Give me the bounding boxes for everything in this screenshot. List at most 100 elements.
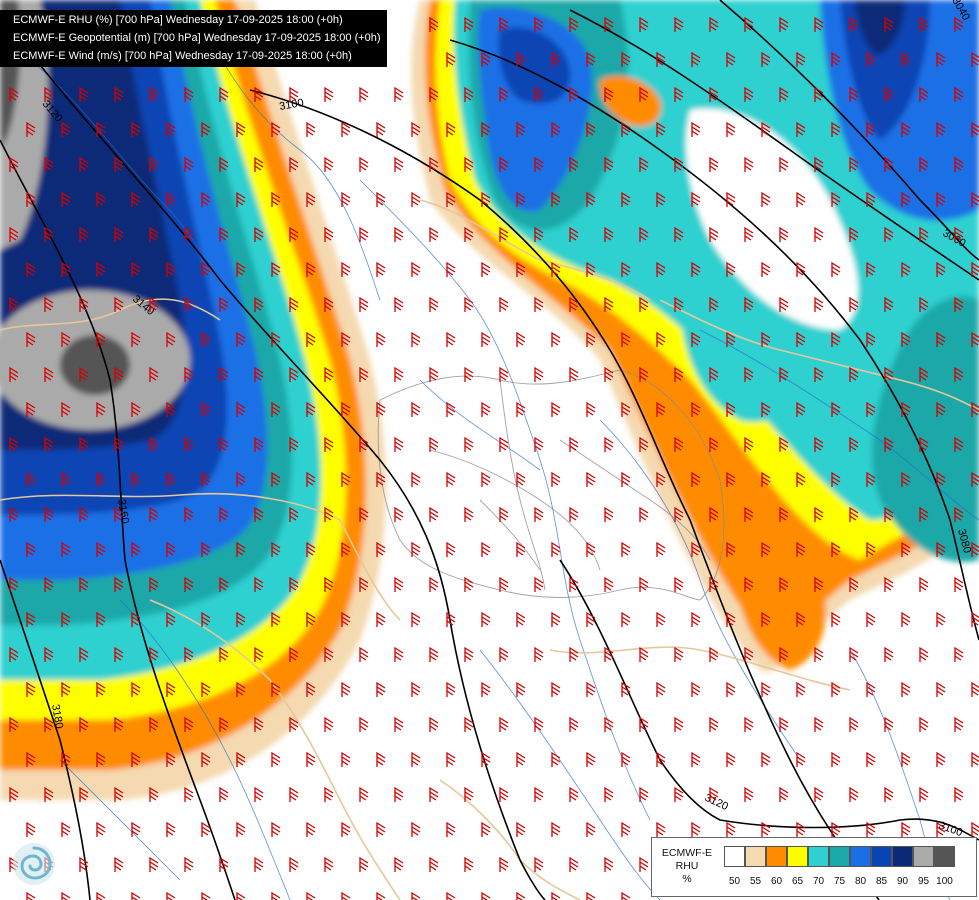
wind-barb — [569, 646, 579, 662]
wind-barb — [96, 821, 106, 837]
wind-barb — [359, 786, 369, 802]
wind-barb — [446, 681, 456, 697]
wind-barb — [674, 716, 684, 732]
wind-barb — [481, 611, 491, 627]
wind-barb — [376, 681, 386, 697]
wind-barb — [376, 331, 386, 347]
wind-barb — [394, 226, 404, 242]
wind-barb — [569, 786, 579, 802]
wind-barb — [61, 891, 71, 900]
wind-barb — [604, 576, 614, 592]
wind-barb — [429, 646, 439, 662]
wind-barb — [271, 751, 281, 767]
wind-barb — [464, 366, 474, 382]
wind-barb — [551, 401, 561, 417]
wind-barb — [709, 716, 719, 732]
legend-tick-label: 100 — [936, 876, 953, 887]
weather-map[interactable]: 3120 3100 3140 3160 3180 3040 3060 3080 … — [0, 0, 979, 900]
wind-barb — [394, 856, 404, 872]
wind-barb — [341, 261, 351, 277]
wind-barb — [271, 891, 281, 900]
wind-barb — [411, 611, 421, 627]
wind-barb — [849, 786, 859, 802]
wind-barb — [621, 821, 631, 837]
wind-barb — [481, 681, 491, 697]
legend-title-variable: RHU — [675, 860, 699, 872]
wind-barb — [621, 611, 631, 627]
wind-barb — [394, 576, 404, 592]
wind-barb — [464, 436, 474, 452]
wind-barb — [656, 541, 666, 557]
wind-barb — [516, 331, 526, 347]
wind-barb — [586, 821, 596, 837]
wind-barb — [656, 611, 666, 627]
wind-barb — [359, 646, 369, 662]
wind-barb — [341, 681, 351, 697]
wind-barb — [551, 681, 561, 697]
legend-tick-label: 75 — [833, 876, 846, 887]
wind-barb — [499, 786, 509, 802]
wind-barb — [359, 226, 369, 242]
wind-barb — [394, 366, 404, 382]
wind-barb — [971, 751, 979, 767]
legend-tick-label: 50 — [728, 876, 741, 887]
wind-barb — [324, 86, 334, 102]
wind-barb — [621, 891, 631, 900]
wind-barb — [26, 821, 36, 837]
legend-swatch — [829, 846, 850, 867]
legend-tick-label: 70 — [812, 876, 825, 887]
wind-barb — [516, 611, 526, 627]
wind-barb — [639, 576, 649, 592]
wind-barb — [324, 856, 334, 872]
wind-barb — [446, 891, 456, 900]
wind-barb — [656, 681, 666, 697]
wind-barb — [306, 751, 316, 767]
wind-barb — [411, 401, 421, 417]
wind-barb — [376, 821, 386, 837]
wind-barb — [604, 786, 614, 802]
wind-barb — [866, 611, 876, 627]
wind-barb — [359, 296, 369, 312]
wind-barb — [289, 786, 299, 802]
legend-tick-label: 65 — [791, 876, 804, 887]
wind-barb — [709, 646, 719, 662]
wind-barb — [534, 366, 544, 382]
wind-barb — [394, 86, 404, 102]
wind-barb — [429, 786, 439, 802]
humidity-shading — [0, 0, 979, 800]
wind-barb — [901, 821, 911, 837]
wind-barb — [184, 786, 194, 802]
wind-barb — [394, 156, 404, 172]
wind-barb — [814, 646, 824, 662]
wind-barb — [429, 716, 439, 732]
legend-tick-label: 95 — [917, 876, 930, 887]
wind-barb — [114, 856, 124, 872]
wind-barb — [516, 751, 526, 767]
wind-barb — [499, 856, 509, 872]
wind-barb — [639, 856, 649, 872]
wind-barb — [359, 86, 369, 102]
legend-tick-label: 90 — [896, 876, 909, 887]
wind-barb — [376, 611, 386, 627]
wind-barb — [341, 751, 351, 767]
wind-barb — [516, 471, 526, 487]
wind-barb — [324, 786, 334, 802]
wind-barb — [499, 296, 509, 312]
wind-barb — [481, 541, 491, 557]
wind-barb — [516, 821, 526, 837]
wind-barb — [954, 786, 964, 802]
legend-swatch — [934, 846, 955, 867]
wind-barb — [726, 681, 736, 697]
legend-tick-label: 55 — [749, 876, 762, 887]
wind-barb — [954, 646, 964, 662]
wind-barb — [446, 751, 456, 767]
wind-barb — [306, 121, 316, 137]
wind-barb — [254, 856, 264, 872]
wind-barb — [569, 576, 579, 592]
wind-barb — [551, 891, 561, 900]
wind-barb — [586, 401, 596, 417]
wind-barb — [796, 681, 806, 697]
wind-barb — [534, 506, 544, 522]
wind-barb — [481, 331, 491, 347]
wind-barb — [796, 821, 806, 837]
